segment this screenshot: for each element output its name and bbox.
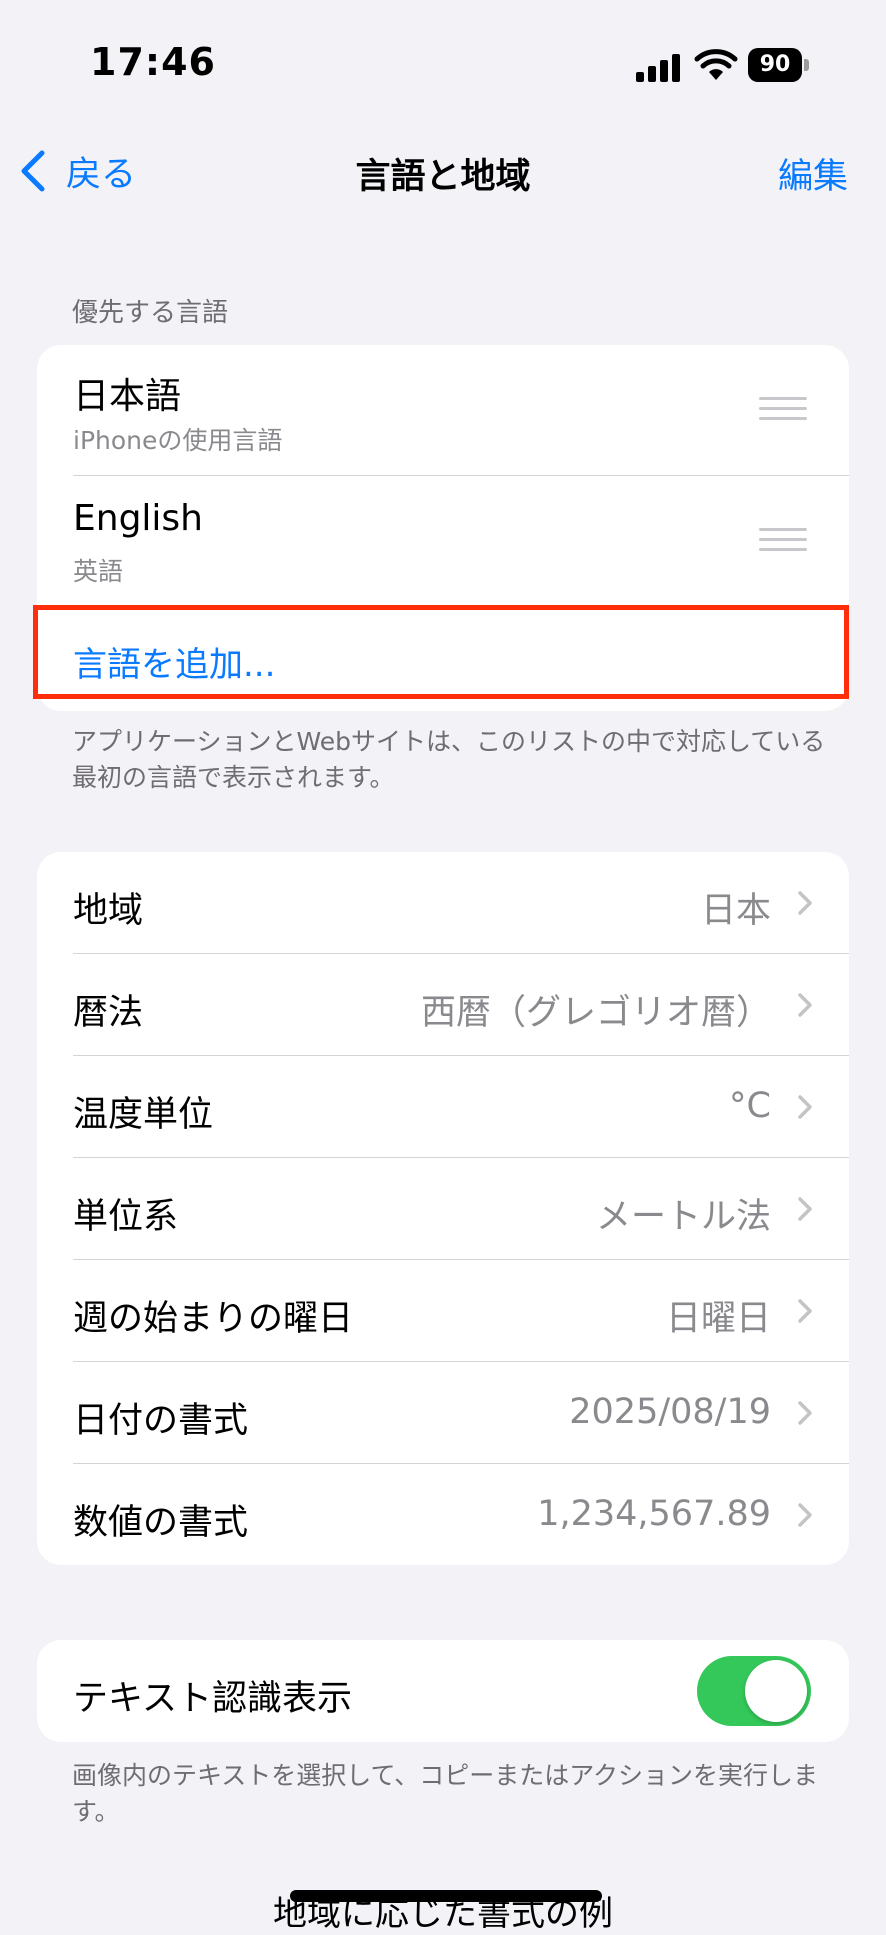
live-text-card: テキスト認識表示 (37, 1640, 849, 1742)
settings-row-date-format[interactable]: 日付の書式 2025/08/19 (73, 1362, 849, 1464)
navigation-bar: 戻る 言語と地域 編集 (0, 130, 886, 210)
settings-value: 日曜日 (665, 1299, 771, 1339)
settings-row-temperature[interactable]: 温度単位 °C (73, 1056, 849, 1158)
settings-row-first-day[interactable]: 週の始まりの曜日 日曜日 (73, 1260, 849, 1362)
chevron-right-icon (798, 1095, 812, 1119)
chevron-right-icon (798, 1197, 812, 1221)
language-name: 日本語 (73, 376, 182, 417)
live-text-footer: 画像内のテキストを選択して、コピーまたはアクションを実行します。 (72, 1761, 819, 1826)
home-indicator[interactable] (290, 1890, 602, 1902)
settings-label: 数値の書式 (73, 1503, 249, 1543)
settings-label: 日付の書式 (73, 1401, 249, 1441)
languages-footer: アプリケーションとWebサイトは、このリストの中で対応している最初の言語で表示さ… (72, 727, 826, 792)
settings-value: 西暦（グレゴリオ暦） (420, 993, 771, 1033)
cellular-signal-icon (636, 52, 682, 82)
reorder-handle-icon[interactable] (759, 397, 807, 421)
chevron-right-icon (798, 891, 812, 915)
language-subtitle: iPhoneの使用言語 (73, 426, 283, 455)
settings-value: °C (729, 1086, 771, 1126)
region-settings-card: 地域 日本 暦法 西暦（グレゴリオ暦） 温度単位 °C 単位系 メートル法 週の… (37, 852, 849, 1565)
settings-label: 週の始まりの曜日 (73, 1299, 354, 1339)
chevron-right-icon (798, 1503, 812, 1527)
add-language-label: 言語を追加... (73, 645, 276, 685)
settings-row-calendar[interactable]: 暦法 西暦（グレゴリオ暦） (73, 954, 849, 1056)
settings-value: 1,234,567.89 (537, 1494, 771, 1534)
page-title: 言語と地域 (355, 157, 531, 197)
chevron-right-icon (798, 1401, 812, 1425)
live-text-label: テキスト認識表示 (73, 1679, 352, 1719)
edit-button[interactable]: 編集 (778, 148, 848, 199)
status-time: 17:46 (90, 40, 216, 84)
chevron-right-icon (798, 993, 812, 1017)
chevron-right-icon (798, 1299, 812, 1323)
battery-icon: 90 (748, 48, 809, 82)
settings-label: 温度単位 (73, 1095, 214, 1135)
settings-label: 地域 (73, 891, 144, 931)
wifi-icon (694, 48, 738, 82)
settings-label: 暦法 (73, 993, 144, 1033)
status-bar: 17:46 90 (0, 0, 886, 130)
language-row-japanese[interactable]: 日本語 iPhoneの使用言語 (73, 345, 849, 476)
live-text-toggle[interactable] (697, 1656, 811, 1726)
settings-value: 2025/08/19 (569, 1392, 771, 1432)
preferred-languages-header: 優先する言語 (72, 298, 229, 328)
settings-value: メートル法 (595, 1197, 771, 1237)
reorder-handle-icon[interactable] (759, 528, 807, 552)
settings-label: 単位系 (73, 1197, 179, 1237)
languages-card: 日本語 iPhoneの使用言語 English 英語 言語を追加... (37, 345, 849, 711)
toggle-knob (745, 1660, 807, 1722)
settings-row-number-format[interactable]: 数値の書式 1,234,567.89 (73, 1464, 849, 1565)
settings-row-measurement[interactable]: 単位系 メートル法 (73, 1158, 849, 1260)
language-row-english[interactable]: English 英語 (73, 476, 849, 607)
add-language-button[interactable]: 言語を追加... (73, 607, 849, 711)
battery-level: 90 (748, 48, 802, 82)
language-subtitle: 英語 (73, 557, 124, 586)
live-text-row: テキスト認識表示 (73, 1640, 849, 1742)
settings-value: 日本 (700, 891, 771, 931)
language-name: English (73, 498, 203, 539)
settings-row-region[interactable]: 地域 日本 (73, 852, 849, 954)
